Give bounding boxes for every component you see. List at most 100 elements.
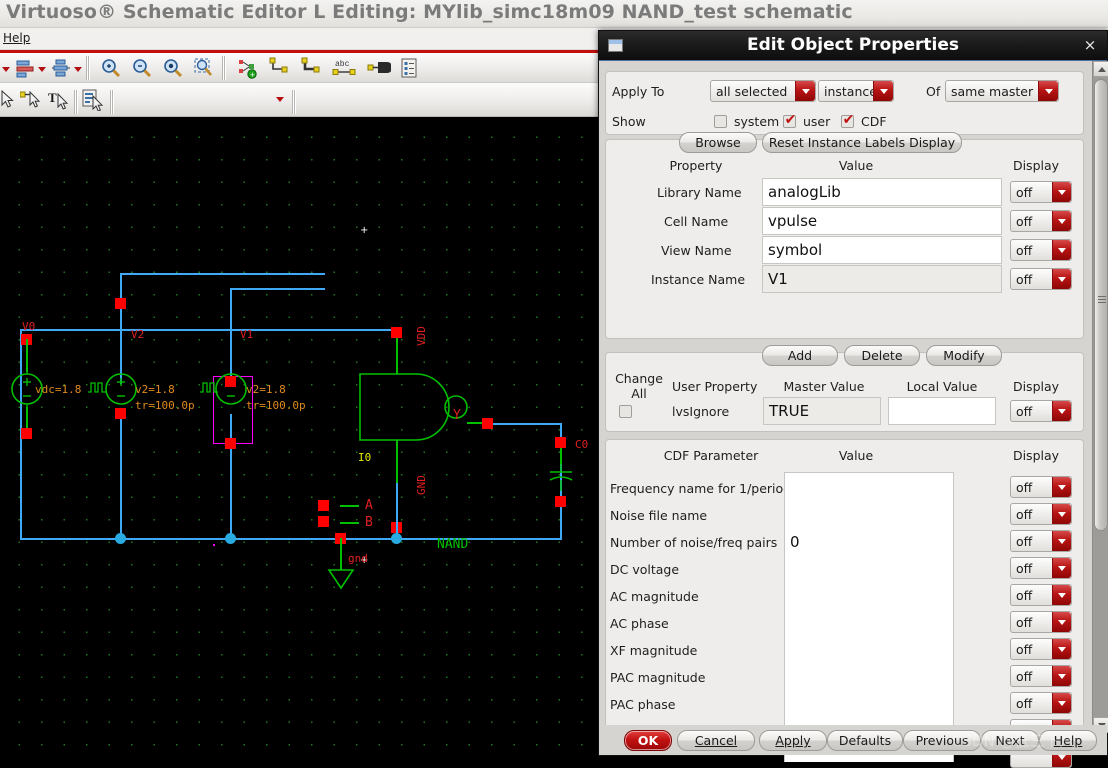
wire-y-to-c0[interactable] <box>487 423 562 425</box>
chevron-down-icon[interactable] <box>1052 240 1071 260</box>
pin-v2-bot[interactable] <box>115 408 126 419</box>
distribute2-dropdown-caret[interactable] <box>74 67 82 72</box>
properties-icon[interactable] <box>398 57 420 79</box>
wire-vdd[interactable] <box>396 332 398 374</box>
chevron-down-icon[interactable] <box>1052 531 1071 551</box>
align-dropdown-caret[interactable] <box>2 67 10 72</box>
chevron-down-icon[interactable] <box>1052 639 1071 659</box>
cdf-display-combo-1[interactable]: off <box>1010 503 1072 525</box>
change-all-checkbox[interactable] <box>619 405 632 418</box>
cell-name-display-combo[interactable]: off <box>1010 210 1072 232</box>
local-value-field[interactable] <box>888 397 996 425</box>
chevron-down-icon[interactable] <box>1052 693 1071 713</box>
scroll-up-button[interactable] <box>1093 61 1108 77</box>
pin-v1-top[interactable] <box>225 376 236 387</box>
cancel-button[interactable]: Cancel <box>677 730 755 751</box>
chevron-down-icon[interactable] <box>1052 477 1071 497</box>
chevron-down-icon[interactable] <box>1052 504 1071 524</box>
modify-button[interactable]: Modify <box>926 345 1002 366</box>
delete-button[interactable]: Delete <box>844 345 920 366</box>
descend-icon[interactable] <box>82 89 104 112</box>
user-property-display-combo[interactable]: off <box>1010 400 1072 422</box>
wire-v2-to-a[interactable] <box>120 273 325 275</box>
zoom-selection-icon[interactable] <box>193 57 215 79</box>
chevron-down-icon[interactable] <box>1052 558 1071 578</box>
zoom-fit-icon[interactable] <box>162 57 184 79</box>
apply-to-kind-combo[interactable]: instance <box>818 80 894 102</box>
search-options-caret[interactable] <box>276 97 284 102</box>
pin-a[interactable] <box>318 500 329 511</box>
pin-b[interactable] <box>318 516 329 527</box>
ok-button[interactable]: OK <box>624 730 672 751</box>
chevron-down-icon[interactable] <box>1052 585 1071 605</box>
wire-v2-up[interactable] <box>120 273 122 384</box>
pin-v2-top[interactable] <box>115 298 126 309</box>
cdf-row-value-2[interactable]: 0 <box>790 533 800 551</box>
edit-object-properties-dialog[interactable]: Edit Object Properties × Apply To all se… <box>598 30 1108 768</box>
defaults-button[interactable]: Defaults <box>827 730 903 751</box>
create-pin-icon[interactable] <box>367 57 393 79</box>
select-point-icon[interactable] <box>19 89 42 111</box>
wire-name-icon[interactable]: abc <box>332 57 356 79</box>
wire-bottom[interactable] <box>20 538 562 540</box>
cdf-display-combo-0[interactable]: off <box>1010 476 1072 498</box>
distribute-icon[interactable] <box>50 57 72 79</box>
cell-name-field[interactable]: vpulse <box>762 207 1002 235</box>
menu-item-help[interactable]: Help <box>3 31 30 45</box>
view-name-display-combo[interactable]: off <box>1010 239 1072 261</box>
apply-button[interactable]: Apply <box>759 730 827 751</box>
wire-v2-down[interactable] <box>120 414 122 540</box>
cdf-display-combo-8[interactable]: off <box>1010 692 1072 714</box>
v2-symbol[interactable] <box>103 371 139 407</box>
distribute-dropdown-caret[interactable] <box>38 67 46 72</box>
show-system-checkbox[interactable] <box>714 115 727 128</box>
schematic-canvas[interactable]: + + + + + V0 vdc=1.8 <box>0 118 600 756</box>
wire-v1-to-b[interactable] <box>230 288 325 290</box>
chevron-down-icon[interactable] <box>795 81 815 101</box>
chevron-down-icon[interactable] <box>1052 612 1071 632</box>
chevron-down-icon[interactable] <box>1052 211 1071 231</box>
pin-c0-top[interactable] <box>555 437 566 448</box>
chevron-down-icon[interactable] <box>1052 182 1071 202</box>
previous-button[interactable]: Previous <box>903 730 981 751</box>
wire-v1-up[interactable] <box>230 288 232 384</box>
add-instance-icon[interactable]: + <box>236 57 258 79</box>
apply-to-scope-combo[interactable]: all selected <box>710 80 816 102</box>
cdf-display-combo-6[interactable]: off <box>1010 638 1072 660</box>
dialog-scrollbar[interactable] <box>1092 61 1108 733</box>
pin-y[interactable] <box>482 418 493 429</box>
library-name-field[interactable]: analogLib <box>762 178 1002 206</box>
wire-gnd-down[interactable] <box>396 483 398 540</box>
pin-v0-bot[interactable] <box>21 428 32 439</box>
dialog-titlebar[interactable]: Edit Object Properties × <box>599 31 1107 61</box>
reset-instance-labels-button[interactable]: Reset Instance Labels Display <box>762 132 962 153</box>
library-name-display-combo[interactable]: off <box>1010 181 1072 203</box>
c0-symbol[interactable] <box>545 463 577 491</box>
wire-wide-icon[interactable] <box>300 57 322 79</box>
browse-button[interactable]: Browse <box>679 132 757 153</box>
pin-c0-bot[interactable] <box>555 496 566 507</box>
wire-top[interactable] <box>20 329 398 331</box>
nand-gate-symbol[interactable] <box>358 372 478 442</box>
text-select-icon[interactable]: T <box>48 89 70 111</box>
pin-vdd[interactable] <box>391 327 402 338</box>
of-combo[interactable]: same master <box>945 80 1059 102</box>
wire-narrow-icon[interactable] <box>268 57 290 79</box>
select-icon[interactable] <box>0 89 18 111</box>
add-button[interactable]: Add <box>762 345 838 366</box>
chevron-down-icon[interactable] <box>1038 81 1058 101</box>
scroll-thumb[interactable] <box>1094 79 1108 531</box>
close-icon[interactable]: × <box>1081 36 1099 54</box>
chevron-down-icon[interactable] <box>1052 666 1071 686</box>
instance-name-display-combo[interactable]: off <box>1010 268 1072 290</box>
align-icon[interactable] <box>14 57 36 79</box>
zoom-in-icon[interactable] <box>100 57 122 79</box>
chevron-down-icon[interactable] <box>1052 401 1071 421</box>
cdf-display-combo-5[interactable]: off <box>1010 611 1072 633</box>
cdf-value-column[interactable] <box>784 472 954 762</box>
show-cdf-checkbox[interactable] <box>841 112 855 128</box>
cdf-display-combo-3[interactable]: off <box>1010 557 1072 579</box>
chevron-down-icon[interactable] <box>1052 269 1071 289</box>
pin-v1-bot[interactable] <box>225 438 236 449</box>
help-button[interactable]: Help <box>1039 730 1097 751</box>
